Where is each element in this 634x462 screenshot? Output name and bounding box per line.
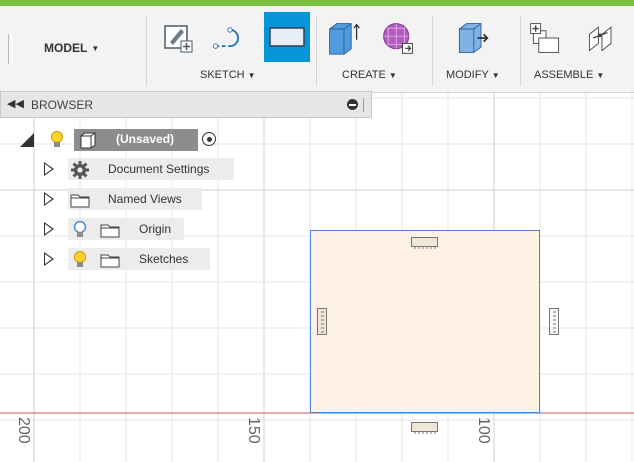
root-visibility-bulb-icon[interactable]: [49, 130, 65, 155]
chevron-down-icon: ▼: [91, 43, 100, 53]
chevron-down-icon: ▼: [247, 70, 256, 80]
create-menu[interactable]: CREATE ▼: [342, 69, 397, 81]
activate-radio-icon[interactable]: [202, 132, 216, 146]
ruler-label: 100: [475, 417, 492, 444]
collapse-double-arrow-icon[interactable]: ◀◀: [7, 97, 24, 110]
sketch-menu[interactable]: SKETCH ▼: [200, 69, 256, 81]
chevron-down-icon: ▼: [491, 70, 500, 80]
visibility-bulb-off-icon[interactable]: [72, 220, 88, 245]
visibility-bulb-icon[interactable]: [72, 250, 88, 275]
chevron-down-icon: ▼: [596, 70, 605, 80]
modify-menu-label: MODIFY: [446, 69, 489, 81]
assemble-menu-label: ASSEMBLE: [534, 69, 594, 81]
toolbar-separator: [520, 16, 521, 86]
expand-arrow-icon[interactable]: [44, 192, 54, 206]
root-label: (Unsaved): [116, 132, 175, 146]
toolbar-separator: [316, 16, 317, 86]
expand-arrow-icon[interactable]: [44, 162, 54, 176]
horizontal-constraint-icon[interactable]: [411, 422, 438, 434]
rectangle-icon[interactable]: [264, 12, 310, 62]
new-component-icon[interactable]: [528, 18, 564, 58]
sketch-menu-label: SKETCH: [200, 69, 245, 81]
extrude-icon[interactable]: [326, 18, 362, 58]
form-icon[interactable]: [380, 18, 416, 58]
folder-icon: [70, 192, 90, 213]
modify-menu[interactable]: MODIFY ▼: [446, 69, 500, 81]
gear-icon: [70, 160, 90, 185]
sketch-rectangle[interactable]: [310, 230, 540, 413]
workspace-switcher[interactable]: MODEL ▼: [44, 36, 124, 60]
toolbar-separator: [146, 16, 147, 86]
expand-arrow-icon[interactable]: [44, 252, 54, 266]
tree-root[interactable]: (Unsaved): [74, 129, 198, 151]
tree-item-label: Named Views: [108, 192, 182, 206]
ruler-label: 150: [245, 417, 262, 444]
expand-arrow-icon[interactable]: [44, 222, 54, 236]
browser-toggle-icon[interactable]: [347, 99, 358, 110]
create-menu-label: CREATE: [342, 69, 386, 81]
folder-icon: [100, 252, 120, 273]
workspace-label: MODEL: [44, 41, 88, 55]
browser-header[interactable]: ◀◀ BROWSER: [0, 91, 372, 118]
assemble-menu[interactable]: ASSEMBLE ▼: [534, 69, 604, 81]
tree-item-label: Document Settings: [108, 162, 210, 176]
arc-line-icon[interactable]: [212, 18, 248, 58]
create-sketch-icon[interactable]: [160, 18, 196, 58]
browser-grip[interactable]: [363, 98, 366, 112]
chevron-down-icon: ▼: [388, 70, 397, 80]
tree-root-collapse-icon[interactable]: [20, 133, 34, 147]
folder-icon: [100, 222, 120, 243]
browser-title: BROWSER: [31, 98, 94, 112]
toolbar: MODEL ▼ SKETCH ▼ CREATE ▼ MODIFY ▼ ASSEM…: [0, 6, 634, 93]
joint-icon[interactable]: [584, 18, 620, 58]
toolbar-grip[interactable]: [8, 34, 12, 64]
horizontal-constraint-icon[interactable]: [411, 237, 438, 249]
component-icon: [78, 131, 98, 154]
ruler-label: 200: [15, 417, 32, 444]
tree-item-label: Origin: [139, 222, 172, 236]
tree-item-label: Sketches: [139, 252, 189, 266]
vertical-constraint-icon[interactable]: [317, 308, 327, 335]
toolbar-separator: [432, 16, 433, 86]
vertical-constraint-icon[interactable]: [549, 308, 559, 335]
press-pull-icon[interactable]: [454, 18, 490, 58]
